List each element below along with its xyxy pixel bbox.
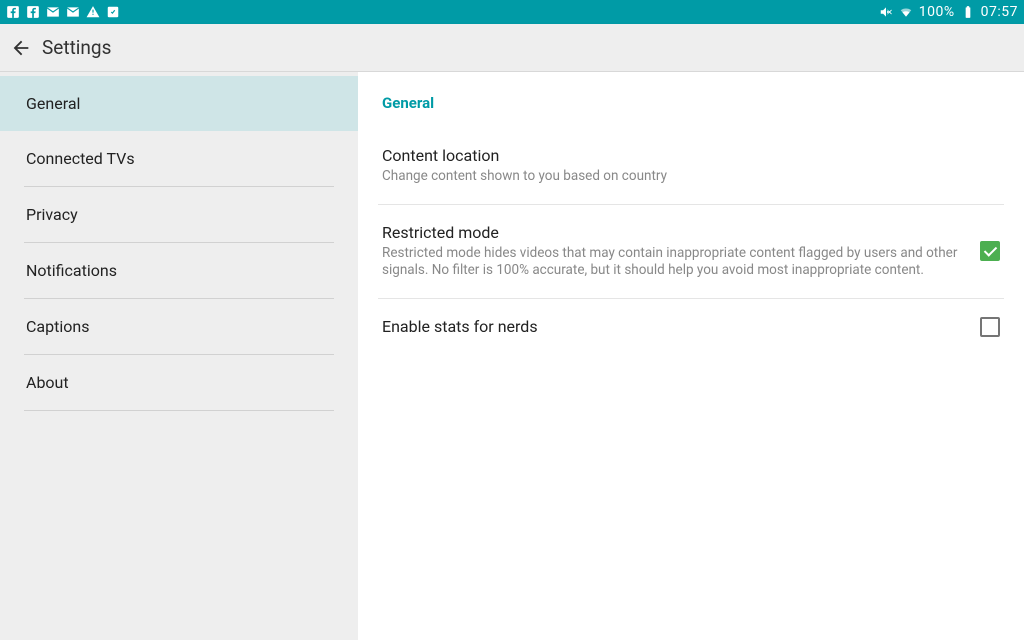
setting-title: Content location — [382, 146, 980, 165]
setting-stats-for-nerds[interactable]: Enable stats for nerds — [378, 299, 1004, 355]
wifi-icon — [899, 5, 913, 19]
mail-icon — [66, 5, 80, 19]
setting-text: Content location Change content shown to… — [382, 146, 1000, 186]
status-bar: 100% 07:57 — [0, 0, 1024, 24]
status-bar-left — [6, 5, 120, 19]
setting-subtitle: Restricted mode hides videos that may co… — [382, 245, 960, 280]
sidebar-divider — [24, 410, 334, 411]
battery-icon — [961, 5, 975, 19]
clock-time: 07:57 — [981, 4, 1018, 20]
sidebar-item-notifications[interactable]: Notifications — [0, 243, 358, 298]
sidebar-item-privacy[interactable]: Privacy — [0, 187, 358, 242]
setting-content-location[interactable]: Content location Change content shown to… — [378, 128, 1004, 205]
sidebar-item-captions[interactable]: Captions — [0, 299, 358, 354]
page-title: Settings — [42, 36, 111, 59]
sidebar-item-general[interactable]: General — [0, 76, 358, 131]
back-icon[interactable] — [10, 37, 32, 59]
status-bar-right: 100% 07:57 — [879, 4, 1018, 20]
stats-for-nerds-checkbox[interactable] — [980, 317, 1000, 337]
mail-icon — [46, 5, 60, 19]
section-title: General — [378, 72, 1004, 128]
battery-percent: 100% — [919, 4, 955, 20]
facebook-icon — [6, 5, 20, 19]
setting-subtitle: Change content shown to you based on cou… — [382, 168, 980, 186]
setting-title: Enable stats for nerds — [382, 317, 960, 336]
volume-off-icon — [879, 5, 893, 19]
content-pane: General Content location Change content … — [358, 72, 1024, 640]
system-icon — [106, 5, 120, 19]
setting-restricted-mode[interactable]: Restricted mode Restricted mode hides vi… — [378, 205, 1004, 299]
sidebar: General Connected TVs Privacy Notificati… — [0, 72, 358, 640]
warning-icon — [86, 5, 100, 19]
sidebar-item-connected-tvs[interactable]: Connected TVs — [0, 131, 358, 186]
setting-text: Enable stats for nerds — [382, 317, 980, 336]
body: General Connected TVs Privacy Notificati… — [0, 72, 1024, 640]
sidebar-item-about[interactable]: About — [0, 355, 358, 410]
facebook-icon — [26, 5, 40, 19]
setting-title: Restricted mode — [382, 223, 960, 242]
app-bar: Settings — [0, 24, 1024, 72]
screen: 100% 07:57 Settings General Connected TV… — [0, 0, 1024, 640]
restricted-mode-checkbox[interactable] — [980, 241, 1000, 261]
setting-text: Restricted mode Restricted mode hides vi… — [382, 223, 980, 280]
